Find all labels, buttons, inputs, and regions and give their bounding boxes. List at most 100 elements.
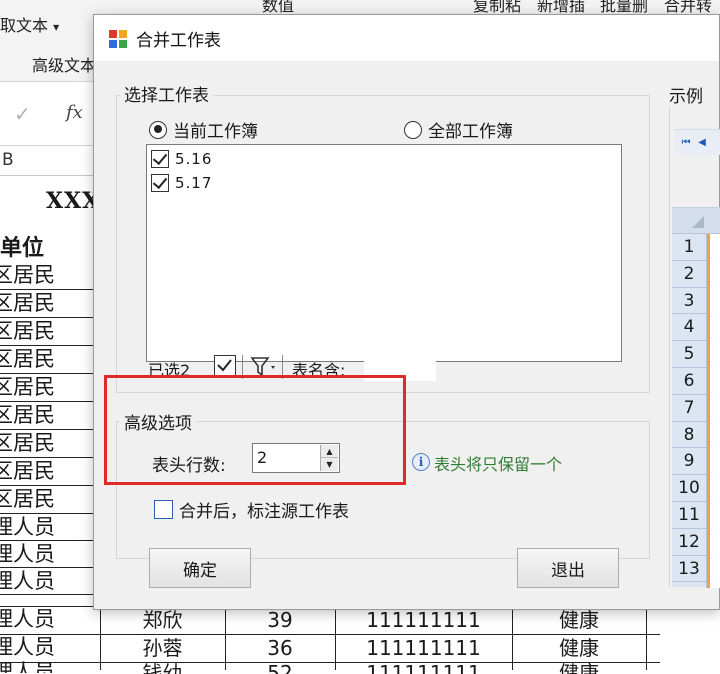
preview-row-number: 6 (672, 368, 706, 395)
preview-corner (672, 208, 720, 234)
preview-label: 示例 (669, 87, 703, 107)
radio-all-workbooks[interactable]: 全部工作簿 (404, 117, 513, 142)
ribbon-advanced-text[interactable]: 高级文本 (32, 52, 96, 76)
preview-row-number: 2 (672, 261, 706, 288)
table-cell[interactable]: 健康 (512, 634, 646, 662)
preview-row-number: 3 (672, 288, 706, 315)
table-cell[interactable]: 52 (225, 662, 335, 674)
fx-icon[interactable]: fx (66, 102, 83, 123)
check-icon (217, 359, 232, 372)
radio-current-label: 当前工作簿 (173, 122, 258, 142)
table-cell[interactable]: 郑欣 (100, 606, 225, 634)
table-cell[interactable]: 理人员 (0, 634, 92, 662)
table-cell[interactable]: 理人员 (0, 541, 100, 568)
table-cell[interactable]: 111111111 (335, 634, 512, 662)
table-cell[interactable]: 39 (225, 606, 335, 634)
increment-button[interactable]: ▲ (321, 445, 338, 458)
table-cell[interactable]: 孙蓉 (100, 634, 225, 662)
table-cell[interactable]: 36 (225, 634, 335, 662)
sheet-checkbox[interactable] (151, 174, 169, 192)
select-all-checkbox[interactable] (214, 355, 236, 377)
preview-row-number: 11 (672, 502, 706, 529)
radio-current-workbook[interactable]: 当前工作簿 (149, 117, 258, 142)
table-cell[interactable]: 区居民 (0, 486, 100, 514)
preview-row-number: 12 (672, 529, 706, 556)
preview-row-number: 13 (672, 556, 706, 583)
table-cell[interactable]: 理人员 (0, 661, 92, 673)
selected-count: 已选2 (148, 361, 191, 380)
preview-row-number: 7 (672, 395, 706, 422)
preview-grid: 1 2 3 4 5 6 7 8 9 10 11 12 13 (672, 207, 720, 588)
table-cell[interactable]: 区居民 (0, 430, 100, 458)
mark-source-checkbox[interactable]: 合并后，标注源工作表 (154, 497, 349, 522)
table-cell[interactable]: 区居民 (0, 318, 100, 346)
preview-nav: ⏮ ◀ (675, 129, 720, 155)
preview-cells (706, 234, 720, 588)
table-cell[interactable]: 健康 (512, 662, 646, 674)
preview-row-number: 9 (672, 448, 706, 476)
sheet-checkbox[interactable] (151, 150, 169, 168)
header-info-text: 表头将只保留一个 (434, 455, 563, 474)
header-rows-label: 表头行数: (152, 456, 226, 476)
preview-row-number: 5 (672, 341, 706, 368)
toolbar-separator (242, 355, 243, 379)
decrement-button[interactable]: ▼ (321, 458, 338, 471)
preview-row-number: 1 (672, 234, 706, 261)
table-cell[interactable]: 区居民 (0, 458, 100, 486)
preview-row-number: 10 (672, 475, 706, 502)
sheet-name-filter-label: 表名含: (292, 361, 346, 380)
list-item[interactable]: 5.16 (147, 147, 621, 171)
prev-sheet-icon[interactable]: ◀ (695, 135, 709, 151)
advanced-options-label: 高级选项 (120, 409, 196, 434)
unit-column: 区居民 区居民 区居民 区居民 区居民 区居民 区居民 区居民 区居民 理人员 … (0, 262, 100, 595)
first-sheet-icon[interactable]: ⏮ (679, 135, 693, 151)
dialog-title: 合并工作表 (136, 31, 221, 51)
filter-icon[interactable] (250, 356, 278, 382)
exit-button[interactable]: 退出 (517, 548, 619, 588)
table-cell[interactable]: 理人员 (0, 568, 100, 595)
app-icon (109, 30, 127, 48)
preview-row-number: 8 (672, 422, 706, 449)
ribbon-extract-text[interactable]: 取文本 ▾ (0, 12, 59, 36)
corner-triangle-icon (692, 216, 704, 228)
sheet-name-filter-input[interactable] (364, 355, 436, 381)
table-cell[interactable]: 区居民 (0, 402, 100, 430)
table-cell[interactable]: 钱幼 (100, 662, 225, 674)
select-sheets-label: 选择工作表 (120, 81, 213, 106)
preview-accent-bar (707, 234, 710, 588)
dialog-titlebar[interactable]: 合并工作表 (94, 15, 719, 61)
advanced-options-group (116, 421, 650, 559)
sheet-list[interactable]: 5.16 5.17 (146, 144, 622, 362)
toolbar-separator (282, 355, 283, 379)
table-cell[interactable]: 111111111 (335, 606, 512, 634)
table-cell[interactable]: 区居民 (0, 290, 100, 318)
radio-all-label: 全部工作簿 (428, 122, 513, 142)
stepper-buttons: ▲ ▼ (320, 445, 338, 471)
confirm-icon[interactable]: ✓ (14, 102, 31, 126)
table-cell[interactable]: 理人员 (0, 514, 100, 541)
checkbox-indicator (154, 500, 173, 519)
preview-panel: ⏮ ◀ 1 2 3 4 5 6 7 8 9 10 11 12 13 (669, 107, 720, 588)
table-cell[interactable]: 111111111 (335, 662, 512, 674)
ok-button[interactable]: 确定 (149, 548, 251, 588)
header-rows-value[interactable]: 2 (257, 448, 267, 467)
radio-indicator (404, 120, 422, 139)
bottom-table: 理人员 郑欣 39 111111111 健康 理人员 孙蓉 36 1111111… (0, 606, 720, 674)
table-cell[interactable]: 区居民 (0, 262, 100, 290)
merge-sheets-dialog: 合并工作表 选择工作表 当前工作簿 全部工作簿 5.16 5.17 已选2 表名… (93, 14, 720, 610)
table-cell[interactable]: 区居民 (0, 346, 100, 374)
mark-source-label: 合并后，标注源工作表 (179, 502, 349, 522)
table-cell[interactable]: 区居民 (0, 374, 100, 402)
sheet-name: 5.17 (175, 174, 213, 192)
table-cell[interactable]: 健康 (512, 606, 646, 634)
radio-indicator (149, 120, 167, 139)
column-header-b[interactable]: B (0, 150, 100, 176)
list-item[interactable]: 5.17 (147, 171, 621, 195)
unit-header: 单位 (0, 235, 45, 261)
info-icon: i (412, 453, 430, 471)
sheet-name: 5.16 (175, 150, 213, 168)
header-rows-stepper[interactable]: 2 ▲ ▼ (252, 443, 340, 473)
table-cell[interactable]: 理人员 (0, 606, 92, 634)
preview-row-number: 4 (672, 314, 706, 342)
sheet-list-toolbar: 已选2 表名含: (146, 353, 622, 383)
